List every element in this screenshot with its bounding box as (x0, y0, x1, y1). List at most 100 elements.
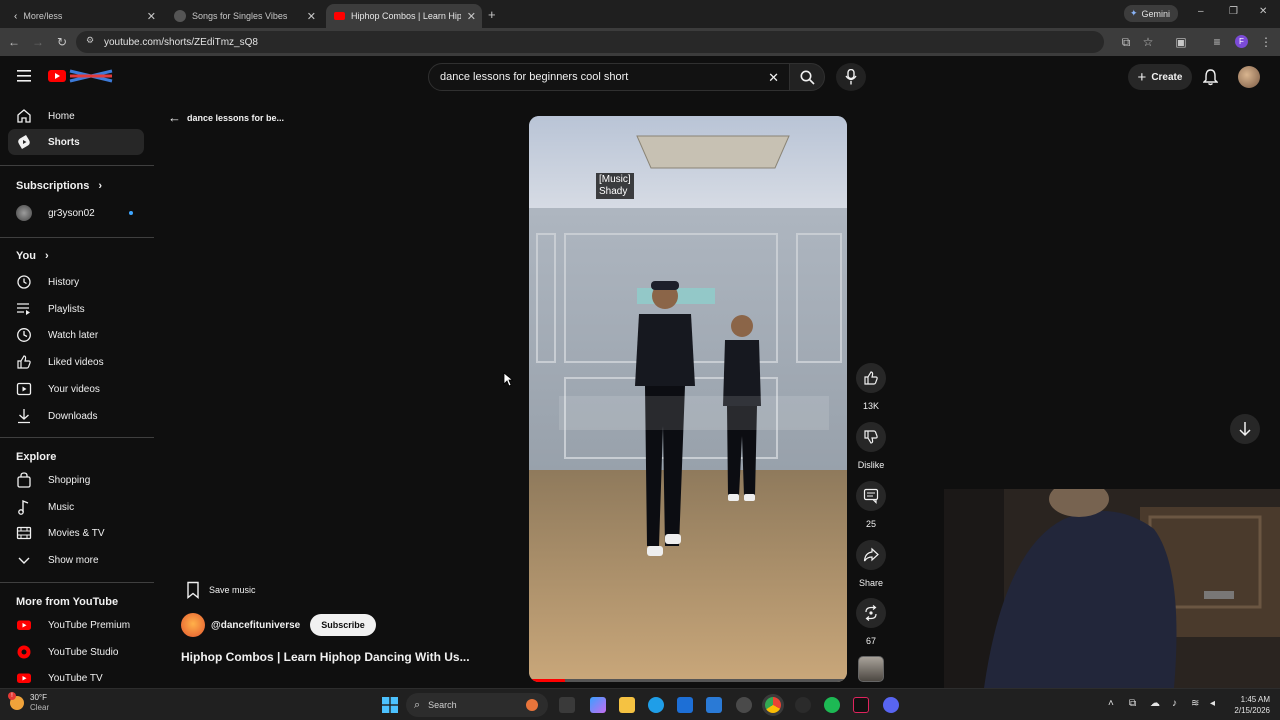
back-to-search-link[interactable]: ← dance lessons for be... (168, 110, 284, 125)
channel-avatar[interactable] (181, 613, 205, 637)
profile-avatar-icon[interactable]: F (1235, 35, 1248, 48)
restore-window-icon[interactable]: ❐ (1229, 6, 1238, 17)
close-tab-icon[interactable]: ✕ (307, 10, 316, 23)
back-arrow-icon[interactable]: ← (6, 34, 22, 50)
browser-menu-icon[interactable]: ⋮ (1258, 34, 1274, 50)
edge-browser-icon[interactable] (648, 697, 664, 713)
like-button[interactable] (856, 363, 886, 393)
tab-hiphop-combos[interactable]: Hiphop Combos | Learn Hiphop ✕ (326, 4, 482, 28)
share-button[interactable] (856, 540, 886, 570)
search-button[interactable] (789, 63, 825, 91)
task-view-icon[interactable] (559, 697, 575, 713)
close-tab-icon[interactable]: ✕ (147, 10, 156, 23)
sound-thumbnail[interactable] (858, 656, 884, 682)
weather-widget[interactable]: ! 30°F Clear (8, 692, 49, 713)
account-avatar[interactable] (1238, 66, 1260, 88)
sidebar-item-playlists[interactable]: Playlists (8, 296, 144, 322)
browser-toolbar: ← → ↻ ⚙ youtube.com/shorts/ZEdiTmz_sQ8 ⧉… (0, 28, 1280, 56)
search-input[interactable]: dance lessons for beginners cool short ✕ (428, 63, 790, 91)
site-info-icon[interactable]: ⚙ (86, 35, 94, 46)
sidebar-item-music[interactable]: Music (8, 494, 144, 520)
github-icon[interactable] (795, 697, 811, 713)
comments-button[interactable] (856, 481, 886, 511)
tab-more-less[interactable]: ‹ More/less ✕ (6, 4, 162, 28)
settings-gear-icon[interactable] (736, 697, 752, 713)
mail-icon[interactable] (706, 697, 722, 713)
youtube-logo[interactable] (48, 68, 114, 84)
spotify-icon[interactable] (824, 697, 840, 713)
copilot-icon[interactable] (590, 697, 606, 713)
tab-songs-for-singles[interactable]: Songs for Singles Vibes ✕ (166, 4, 322, 28)
shorts-video-player[interactable]: [Music] Shady (529, 116, 847, 682)
new-content-dot (129, 211, 133, 215)
sidebar-item-label: Your videos (48, 383, 100, 395)
close-window-icon[interactable]: ✕ (1259, 6, 1267, 17)
minimize-window-icon[interactable]: – (1198, 6, 1204, 17)
voice-search-button[interactable] (836, 63, 866, 91)
dislike-button[interactable] (856, 422, 886, 452)
wifi-icon[interactable]: ≋ (1191, 698, 1199, 709)
youtube-studio-icon (17, 645, 31, 659)
sidebar-divider (0, 582, 154, 583)
short-title[interactable]: Hiphop Combos | Learn Hiphop Dancing Wit… (181, 650, 470, 664)
explore-heading: Explore (16, 451, 56, 463)
cloud-sync-icon[interactable]: ☁ (1150, 698, 1160, 709)
discord-icon[interactable] (883, 697, 899, 713)
history-icon (17, 275, 31, 289)
create-button[interactable]: + Create (1128, 64, 1192, 90)
sidebar-item-history[interactable]: History (8, 269, 144, 295)
subscribe-button[interactable]: Subscribe (310, 614, 376, 636)
extensions-icon[interactable]: ▣ (1173, 34, 1189, 50)
sidebar-item-downloads[interactable]: Downloads (8, 403, 144, 429)
dislike-action[interactable]: Dislike (856, 422, 886, 470)
file-explorer-icon[interactable] (619, 697, 635, 713)
sidebar-item-subscription[interactable]: gr3yson02 (8, 200, 144, 226)
clear-search-icon[interactable]: ✕ (768, 70, 779, 86)
sidebar-item-home[interactable]: Home (8, 103, 144, 129)
you-heading[interactable]: You › (16, 250, 49, 262)
share-action[interactable]: Share (856, 540, 886, 588)
sidebar-item-watch-later[interactable]: Watch later (8, 322, 144, 348)
tray-mic-icon[interactable]: ♪ (1172, 698, 1177, 709)
sidebar-item-your-videos[interactable]: Your videos (8, 376, 144, 402)
bookmark-star-icon[interactable]: ☆ (1140, 34, 1156, 50)
channel-name[interactable]: @dancefituniverse (211, 620, 300, 631)
media-controls-icon[interactable]: ≡ (1209, 34, 1225, 50)
store-icon[interactable] (677, 697, 693, 713)
reload-icon[interactable]: ↻ (54, 34, 70, 50)
sidebar-item-movies-tv[interactable]: Movies & TV (8, 520, 144, 546)
next-short-button[interactable] (1230, 414, 1260, 444)
tiktok-icon[interactable] (853, 697, 869, 713)
comments-action[interactable]: 25 (856, 481, 886, 529)
sidebar-item-show-more[interactable]: Show more (8, 547, 144, 573)
windows-start-icon[interactable] (382, 697, 398, 713)
tray-overflow-chevron-icon[interactable]: ˄ (1108, 698, 1114, 709)
notifications-bell-icon[interactable] (1203, 69, 1218, 86)
forward-arrow-icon[interactable]: → (30, 34, 46, 50)
tray-app-icon[interactable]: ⧉ (1129, 698, 1136, 709)
hamburger-menu-icon[interactable] (17, 70, 31, 82)
volume-icon[interactable]: ◂ (1210, 698, 1215, 709)
sidebar-item-youtube-premium[interactable]: YouTube Premium (8, 612, 144, 638)
system-clock[interactable]: 1:45 AM 2/15/2026 (1226, 694, 1270, 716)
address-bar[interactable]: ⚙ youtube.com/shorts/ZEdiTmz_sQ8 (76, 31, 1104, 53)
chrome-icon[interactable] (765, 697, 781, 713)
taskbar-search-box[interactable]: ⌕ Search (406, 693, 548, 717)
sidebar-item-shopping[interactable]: Shopping (8, 467, 144, 493)
shopping-bag-icon (17, 472, 31, 488)
close-tab-icon[interactable]: ✕ (467, 10, 476, 23)
gemini-sparkle-icon: ✦ (1130, 8, 1138, 18)
gemini-button[interactable]: ✦ Gemini (1124, 5, 1178, 22)
sidebar-item-liked-videos[interactable]: Liked videos (8, 349, 144, 375)
sidebar-item-youtube-studio[interactable]: YouTube Studio (8, 639, 144, 665)
save-music-button[interactable]: Save music (181, 578, 260, 602)
remix-action[interactable]: 67 (856, 598, 886, 646)
sidebar-item-label: Shopping (48, 474, 91, 486)
sidebar-item-shorts[interactable]: Shorts (8, 129, 144, 155)
new-tab-icon[interactable]: + (488, 7, 496, 22)
browser-tab-strip: ‹ More/less ✕ Songs for Singles Vibes ✕ … (0, 0, 1280, 28)
remix-button[interactable] (856, 598, 886, 628)
subscriptions-heading[interactable]: Subscriptions › (16, 180, 102, 192)
like-action[interactable]: 13K (856, 363, 886, 411)
install-app-icon[interactable]: ⧉ (1118, 34, 1134, 50)
